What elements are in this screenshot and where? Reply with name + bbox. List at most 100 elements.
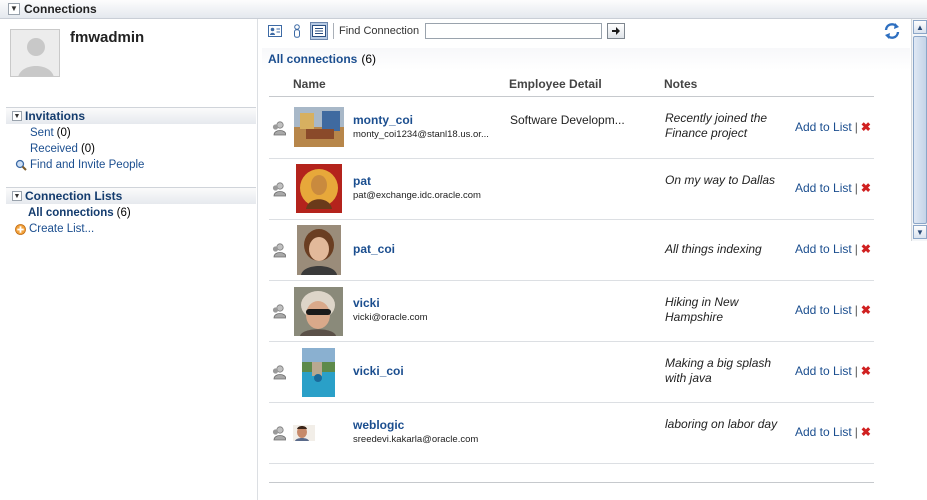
contact-photo[interactable] [296,164,342,213]
remove-connection-icon[interactable]: ✖ [861,364,871,378]
contact-note: On my way to Dallas [665,173,776,187]
contact-note: laboring on labor day [665,417,778,431]
list-header: All connections (6) [262,48,910,70]
find-connection-label: Find Connection [339,25,420,37]
collapse-toggle-icon[interactable]: ▼ [12,191,22,201]
table-row: vicki vicki@oracle.com Hiking in New Ham… [269,281,874,342]
add-to-list-link[interactable]: Add to List [795,303,852,317]
column-name[interactable]: Name [293,77,326,91]
list-count: (6) [361,52,377,66]
add-to-list-link[interactable]: Add to List [795,181,852,195]
create-list-link[interactable]: Create List... [29,223,94,235]
add-list-icon [15,223,26,235]
default-avatar-icon [11,30,59,76]
all-connections-title-link[interactable]: All connections [268,52,357,66]
contact-photo[interactable] [297,225,341,275]
column-notes[interactable]: Notes [664,77,697,91]
table-row: vicki_coi Making a big splash with java … [269,342,874,403]
add-to-list-link[interactable]: Add to List [795,425,852,439]
contact-photo[interactable] [302,348,335,397]
remove-connection-icon[interactable]: ✖ [861,303,871,317]
toolbar-separator [333,23,334,39]
presence-status-icon [272,182,286,197]
presence-status-icon [272,304,286,319]
row-actions: Add to List | ✖ [795,181,871,195]
contact-email: pat@exchange.idc.oracle.com [353,190,481,201]
contact-email: vicki@oracle.com [353,312,428,323]
connection-lists-section: ▼ Connection Lists All connections (6) C… [6,187,256,237]
profile-username: fmwadmin [70,29,145,46]
arrow-right-icon [612,27,621,35]
scroll-up-button[interactable]: ▲ [913,20,927,34]
invitations-header[interactable]: ▼ Invitations [6,107,256,124]
scrollbar-thumb[interactable] [913,36,927,224]
contact-note: Recently joined the Finance project [665,111,768,140]
remove-connection-icon[interactable]: ✖ [861,181,871,195]
remove-connection-icon[interactable]: ✖ [861,242,871,256]
contact-photo[interactable] [294,287,343,336]
row-actions: Add to List | ✖ [795,303,871,317]
all-connections-count: (6) [116,207,131,219]
main-panel: Find Connection All connections (6) Name… [262,19,910,500]
contact-name-link[interactable]: vicki [353,296,380,310]
action-separator: | [854,303,858,317]
person-view-button[interactable] [288,22,306,40]
refresh-icon [884,23,900,39]
window-title: Connections [24,2,97,16]
table-row: pat_coi All things indexing Add to List |… [269,220,874,281]
sent-link[interactable]: Sent [30,127,54,139]
all-connections-link[interactable]: All connections [28,207,114,219]
connection-lists-title: Connection Lists [25,189,123,203]
contact-name-link[interactable]: weblogic [353,418,404,432]
received-link[interactable]: Received [30,143,78,155]
table-row: pat pat@exchange.idc.oracle.com On my wa… [269,159,874,220]
action-separator: | [854,120,858,134]
contact-photo[interactable] [294,107,344,147]
add-to-list-link[interactable]: Add to List [795,242,852,256]
received-count: (0) [80,143,96,155]
remove-connection-icon[interactable]: ✖ [861,120,871,134]
column-headers: Name Employee Detail Notes [269,75,874,97]
action-separator: | [854,242,858,256]
search-icon [15,159,27,171]
contact-name-link[interactable]: vicki_coi [353,364,404,378]
presence-status-icon [272,121,286,136]
list-view-button[interactable] [310,22,328,40]
action-separator: | [854,425,858,439]
contact-photo[interactable] [293,425,315,441]
window-titlebar: ▼ Connections [0,0,927,19]
card-view-button[interactable] [266,22,284,40]
scroll-down-button[interactable]: ▼ [913,225,927,239]
add-to-list-link[interactable]: Add to List [795,120,852,134]
row-actions: Add to List | ✖ [795,242,871,256]
refresh-button[interactable] [882,21,902,41]
person-icon [294,24,300,38]
contact-name-link[interactable]: pat_coi [353,242,395,256]
column-employee-detail[interactable]: Employee Detail [509,77,602,91]
sent-count: (0) [56,127,71,139]
remove-connection-icon[interactable]: ✖ [861,425,871,439]
contact-email: monty_coi1234@stanl18.us.or... [353,129,489,140]
collapse-toggle-icon[interactable]: ▼ [12,111,22,121]
presence-status-icon [272,365,286,380]
invitations-section: ▼ Invitations Sent (0) Received (0) Find… [6,107,256,173]
row-actions: Add to List | ✖ [795,364,871,378]
find-go-button[interactable] [607,23,626,39]
list-bottom-rule [269,482,874,483]
presence-status-icon [272,426,286,441]
contact-name-link[interactable]: pat [353,174,371,188]
add-to-list-link[interactable]: Add to List [795,364,852,378]
left-panel: fmwadmin ▼ Invitations Sent (0) Received… [0,19,258,500]
connection-lists-header[interactable]: ▼ Connection Lists [6,187,256,204]
contact-email: sreedevi.kakarla@oracle.com [353,434,479,445]
collapse-toggle-icon[interactable]: ▼ [8,3,20,15]
contact-name-link[interactable]: monty_coi [353,113,413,127]
list-view-icon [312,25,326,37]
contact-note: Hiking in New Hampshire [665,295,739,324]
row-actions: Add to List | ✖ [795,120,871,134]
find-connection-input[interactable] [425,23,603,39]
find-invite-people-link[interactable]: Find and Invite People [30,159,144,171]
vertical-scrollbar[interactable]: ▲ ▼ [911,19,927,241]
action-separator: | [854,181,858,195]
contact-note: All things indexing [665,242,762,256]
